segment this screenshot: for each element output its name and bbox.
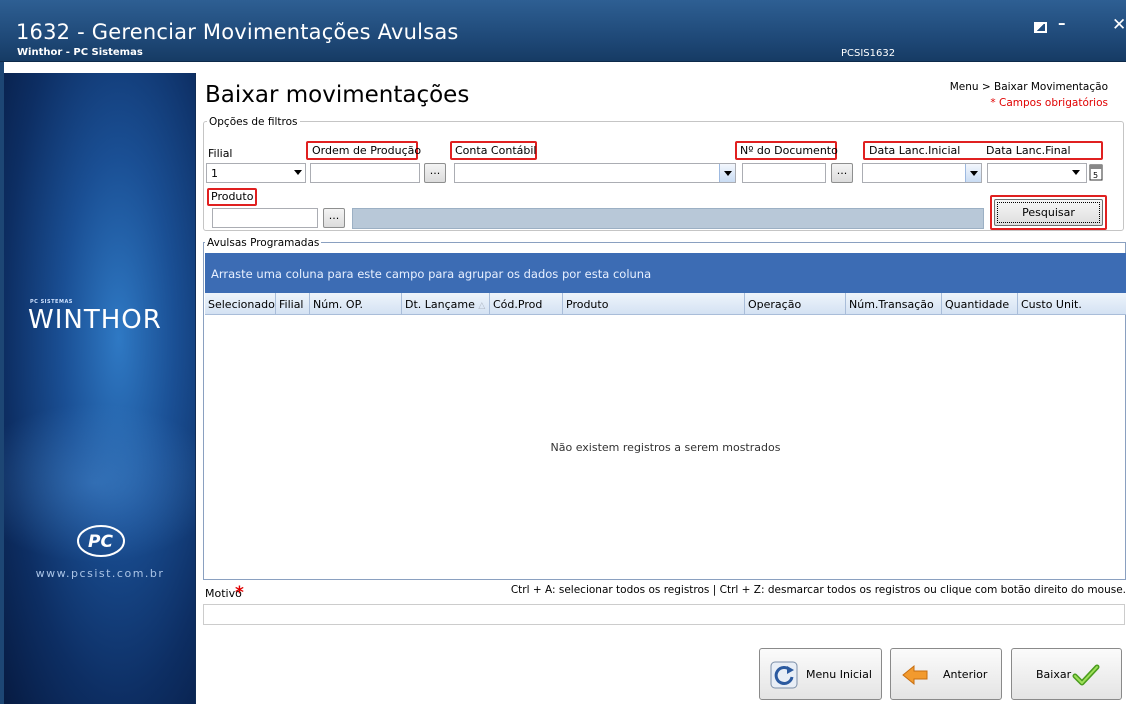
column-custo-unit[interactable]: Custo Unit. [1018, 293, 1126, 315]
search-button[interactable]: Pesquisar [994, 199, 1103, 226]
group-by-panel[interactable]: Arraste uma coluna para este campo para … [205, 253, 1126, 293]
routine-code: PCSIS1632 [841, 48, 896, 59]
svg-text:PC: PC [88, 532, 113, 552]
produto-description-field [352, 208, 984, 229]
column-dt-lancamento-label: Dt. Lançame [405, 298, 475, 311]
produto-input[interactable] [212, 208, 318, 228]
svg-text:5: 5 [1093, 171, 1098, 180]
menu-inicial-button[interactable]: Menu Inicial [759, 648, 882, 700]
chevron-down-icon [294, 170, 302, 175]
chevron-down-icon [1072, 170, 1080, 175]
data-final-label: Data Lanc.Final [986, 144, 1071, 157]
anterior-button[interactable]: Anterior [890, 648, 1002, 700]
motivo-input[interactable] [203, 604, 1125, 625]
column-produto[interactable]: Produto [563, 293, 745, 315]
grid-legend: Avulsas Programadas [205, 237, 322, 249]
data-final-select[interactable] [987, 163, 1087, 183]
required-asterisk: * [235, 583, 244, 603]
side-panel: PC SISTEMAS WINTHOR PC www.pcsist.com.br [4, 73, 196, 704]
minimize-icon[interactable]: – [1058, 14, 1066, 32]
data-inicial-select[interactable] [862, 163, 982, 183]
page-title: Baixar movimentações [205, 82, 470, 108]
column-num-op[interactable]: Núm. OP. [310, 293, 402, 315]
ordem-label: Ordem de Produção [312, 144, 422, 157]
filial-value: 1 [211, 167, 218, 180]
menu-inicial-label: Menu Inicial [806, 668, 872, 681]
ordem-search-button[interactable]: ... [424, 163, 446, 183]
documento-input[interactable] [742, 163, 826, 183]
column-operacao[interactable]: Operação [745, 293, 846, 315]
search-button-highlight: Pesquisar [990, 195, 1107, 230]
documento-label: Nº do Documento [740, 144, 838, 157]
column-quantidade[interactable]: Quantidade [942, 293, 1018, 315]
column-filial[interactable]: Filial [276, 293, 310, 315]
restore-icon[interactable] [1034, 22, 1047, 33]
data-inicial-label: Data Lanc.Inicial [869, 144, 961, 157]
breadcrumb: Menu > Baixar Movimentação [949, 81, 1108, 93]
produto-search-button[interactable]: ... [323, 208, 345, 228]
header-strip [4, 62, 1126, 73]
required-fields-note: * Campos obrigatórios [990, 97, 1108, 109]
baixar-label: Baixar [1036, 668, 1072, 681]
home-refresh-icon [770, 661, 798, 689]
filters-legend: Opções de filtros [207, 116, 300, 128]
chevron-down-icon [719, 164, 735, 182]
grid-header: Selecionado Filial Núm. OP. Dt. Lançame … [205, 293, 1126, 315]
conta-label: Conta Contábil [455, 144, 537, 157]
keyboard-shortcuts-hint: Ctrl + A: selecionar todos os registros … [510, 584, 1126, 596]
ordem-input[interactable] [310, 163, 420, 183]
window-subtitle: Winthor - PC Sistemas [17, 47, 143, 58]
column-num-transacao[interactable]: Núm.Transação [846, 293, 942, 315]
column-selecionado[interactable]: Selecionado [205, 293, 276, 315]
anterior-label: Anterior [943, 668, 988, 681]
conta-select[interactable] [454, 163, 736, 183]
website-text: www.pcsist.com.br [35, 567, 165, 580]
produto-label: Produto [211, 190, 254, 203]
filial-select[interactable]: 1 [206, 163, 306, 183]
title-bar: 1632 - Gerenciar Movimentações Avulsas W… [0, 0, 1126, 62]
pc-logo-icon: PC [77, 525, 125, 557]
sort-ascending-icon: △ [478, 301, 486, 311]
checkmark-icon [1072, 664, 1100, 686]
arrow-left-icon [902, 664, 928, 686]
column-cod-prod[interactable]: Cód.Prod [490, 293, 563, 315]
chevron-down-icon [965, 164, 981, 182]
documento-search-button[interactable]: ... [831, 163, 853, 183]
calendar-icon[interactable]: 5 [1089, 163, 1103, 181]
filial-label: Filial [208, 147, 233, 160]
window-title: 1632 - Gerenciar Movimentações Avulsas [16, 20, 459, 44]
winthor-logo: WINTHOR [28, 305, 162, 335]
baixar-button[interactable]: Baixar [1011, 648, 1122, 700]
empty-grid-message: Não existem registros a serem mostrados [550, 441, 781, 454]
column-dt-lancamento[interactable]: Dt. Lançame △ [402, 293, 490, 315]
close-icon[interactable]: ✕ [1112, 15, 1126, 35]
